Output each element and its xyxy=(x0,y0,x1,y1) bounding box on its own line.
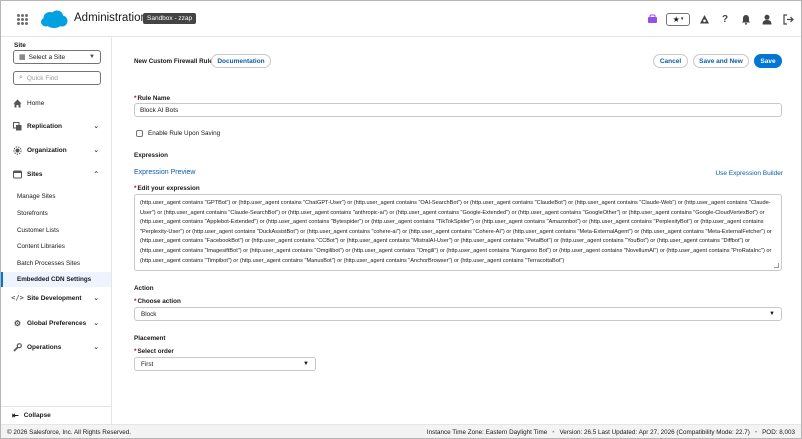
home-icon xyxy=(13,99,22,108)
save-and-new-button[interactable]: Save and New xyxy=(693,54,749,68)
copyright-text: © 2026 Salesforce, Inc. All Rights Reser… xyxy=(7,428,131,436)
setup-gear-icon[interactable] xyxy=(697,12,711,26)
help-icon[interactable]: ? xyxy=(718,12,732,26)
cancel-button[interactable]: Cancel xyxy=(653,54,688,68)
page-footer: © 2026 Salesforce, Inc. All Rights Reser… xyxy=(1,424,801,438)
chevron-down-icon: ⌄ xyxy=(93,295,99,302)
sidebar-item-organization[interactable]: Organization ⌄ xyxy=(1,143,111,157)
sidebar-subitem-embedded-cdn[interactable]: Embedded CDN Settings xyxy=(1,272,111,287)
enable-rule-label: Enable Rule Upon Saving xyxy=(148,130,221,137)
quick-find-input[interactable] xyxy=(26,74,93,82)
sidebar-subitem-customer-lists[interactable]: Customer Lists xyxy=(1,223,111,237)
chevron-down-icon: ⌄ xyxy=(93,344,99,351)
header-icons: ★ ▾ ? xyxy=(645,11,795,27)
choose-action-label: *Choose action xyxy=(134,298,181,305)
wrench-icon xyxy=(13,342,22,352)
edit-expression-label: *Edit your expression xyxy=(134,185,200,192)
sidebar-item-label: Global Preferences xyxy=(27,319,87,327)
version-text: Version: 26.5 Last Updated: Apr 27, 2026… xyxy=(559,428,750,436)
placement-section-title: Placement xyxy=(134,335,166,342)
site-select-value: Select a Site xyxy=(28,53,66,61)
rule-name-input[interactable]: Block AI Bots xyxy=(134,103,782,117)
waffle-icon[interactable] xyxy=(17,14,28,25)
site-label: Site xyxy=(14,42,26,49)
user-icon[interactable] xyxy=(760,12,774,26)
storefront-icon: ▦ xyxy=(19,54,26,61)
collapse-sidebar-button[interactable]: ⇤ Collapse xyxy=(1,406,111,424)
collapse-label: Collapse xyxy=(23,412,51,419)
org-badge: Sandbox - zzap xyxy=(143,13,197,24)
timezone-text: Instance Time Zone: Eastern Daylight Tim… xyxy=(426,428,548,436)
expression-preview-link[interactable]: Expression Preview xyxy=(134,169,195,176)
quick-find-field[interactable]: ⌕ xyxy=(13,71,101,85)
sidebar-item-operations[interactable]: Operations ⌄ xyxy=(1,340,111,354)
sites-icon xyxy=(13,170,22,179)
resize-handle[interactable] xyxy=(774,263,779,268)
chevron-down-icon: ⌄ xyxy=(93,147,99,154)
page-title: New Custom Firewall Rule xyxy=(134,58,213,65)
organization-icon xyxy=(13,145,22,155)
favorites-icon[interactable]: ★ ▾ xyxy=(666,12,690,26)
pod-text: POD: 8,003 xyxy=(762,428,795,436)
code-icon: </> xyxy=(11,294,24,302)
expression-builder-link[interactable]: Use Expression Builder xyxy=(715,170,783,177)
chevron-down-icon: ⌄ xyxy=(93,320,99,327)
sidebar-item-site-development[interactable]: </> Site Development ⌄ xyxy=(1,291,111,305)
select-order-value: First xyxy=(141,360,154,368)
expression-text: (http.user_agent contains "GPTBot") or (… xyxy=(140,200,772,264)
sidebar-item-global-preferences[interactable]: ⚙ Global Preferences ⌄ xyxy=(1,316,111,330)
chevron-up-icon: ⌃ xyxy=(93,171,99,178)
sidebar-item-label: Organization xyxy=(27,146,67,154)
select-order-label: *Select order xyxy=(134,348,174,355)
chevron-down-icon: ▼ xyxy=(303,361,309,367)
choose-action-select[interactable]: Block ▼ xyxy=(134,307,782,321)
rule-name-label: *Rule Name xyxy=(134,95,170,102)
sidebar-item-replication[interactable]: Replication ⌄ xyxy=(1,119,111,133)
sidebar-item-sites[interactable]: Sites ⌃ xyxy=(1,167,111,181)
sidebar-item-home[interactable]: Home xyxy=(1,96,111,110)
site-select[interactable]: ▦ Select a Site ▼ xyxy=(13,50,101,64)
logout-icon[interactable] xyxy=(781,12,795,26)
expression-section-title: Expression xyxy=(134,152,168,159)
action-section-title: Action xyxy=(134,285,154,292)
notifications-icon[interactable] xyxy=(739,12,753,26)
app-title: Administration xyxy=(74,12,147,24)
save-button[interactable]: Save xyxy=(754,54,782,68)
sidebar-item-label: Home xyxy=(27,99,45,107)
firewall-rule-form: New Custom Firewall Rule Documentation C… xyxy=(118,43,797,420)
salesforce-cloud-logo[interactable] xyxy=(40,10,68,29)
chevron-down-icon: ⌄ xyxy=(93,123,99,130)
choose-action-value: Block xyxy=(141,310,157,318)
sidebar-subitem-batch-processes[interactable]: Batch Processes Sites xyxy=(1,256,111,270)
sidebar-item-label: Replication xyxy=(27,122,63,130)
sidebar-subitem-storefronts[interactable]: Storefronts xyxy=(1,206,111,220)
select-order-select[interactable]: First ▼ xyxy=(134,357,316,371)
replication-icon xyxy=(13,121,22,131)
global-header: Administration Sandbox - zzap ★ ▾ ? xyxy=(1,1,801,37)
gear-icon: ⚙ xyxy=(13,318,22,328)
enable-rule-checkbox[interactable] xyxy=(136,130,143,137)
documentation-button[interactable]: Documentation xyxy=(211,54,271,68)
collapse-icon: ⇤ xyxy=(12,411,19,420)
sidebar-subitem-content-libraries[interactable]: Content Libraries xyxy=(1,239,111,253)
sidebar-subitem-manage-sites[interactable]: Manage Sites xyxy=(1,189,111,203)
chevron-down-icon: ▼ xyxy=(769,311,775,317)
sidebar-item-label: Site Development xyxy=(27,294,82,302)
store-icon[interactable] xyxy=(645,12,659,26)
setup-sidebar: Site ▦ Select a Site ▼ ⌕ Home Replicatio… xyxy=(1,37,112,424)
sidebar-item-label: Operations xyxy=(27,343,62,351)
search-icon: ⌕ xyxy=(19,74,23,81)
expression-textarea[interactable]: (http.user_agent contains "GPTBot") or (… xyxy=(134,194,782,271)
enable-rule-row[interactable]: Enable Rule Upon Saving xyxy=(136,130,220,137)
chevron-down-icon: ▼ xyxy=(89,54,95,60)
sidebar-item-label: Sites xyxy=(27,170,43,178)
app-window: Administration Sandbox - zzap ★▾ ? Site xyxy=(0,0,802,439)
